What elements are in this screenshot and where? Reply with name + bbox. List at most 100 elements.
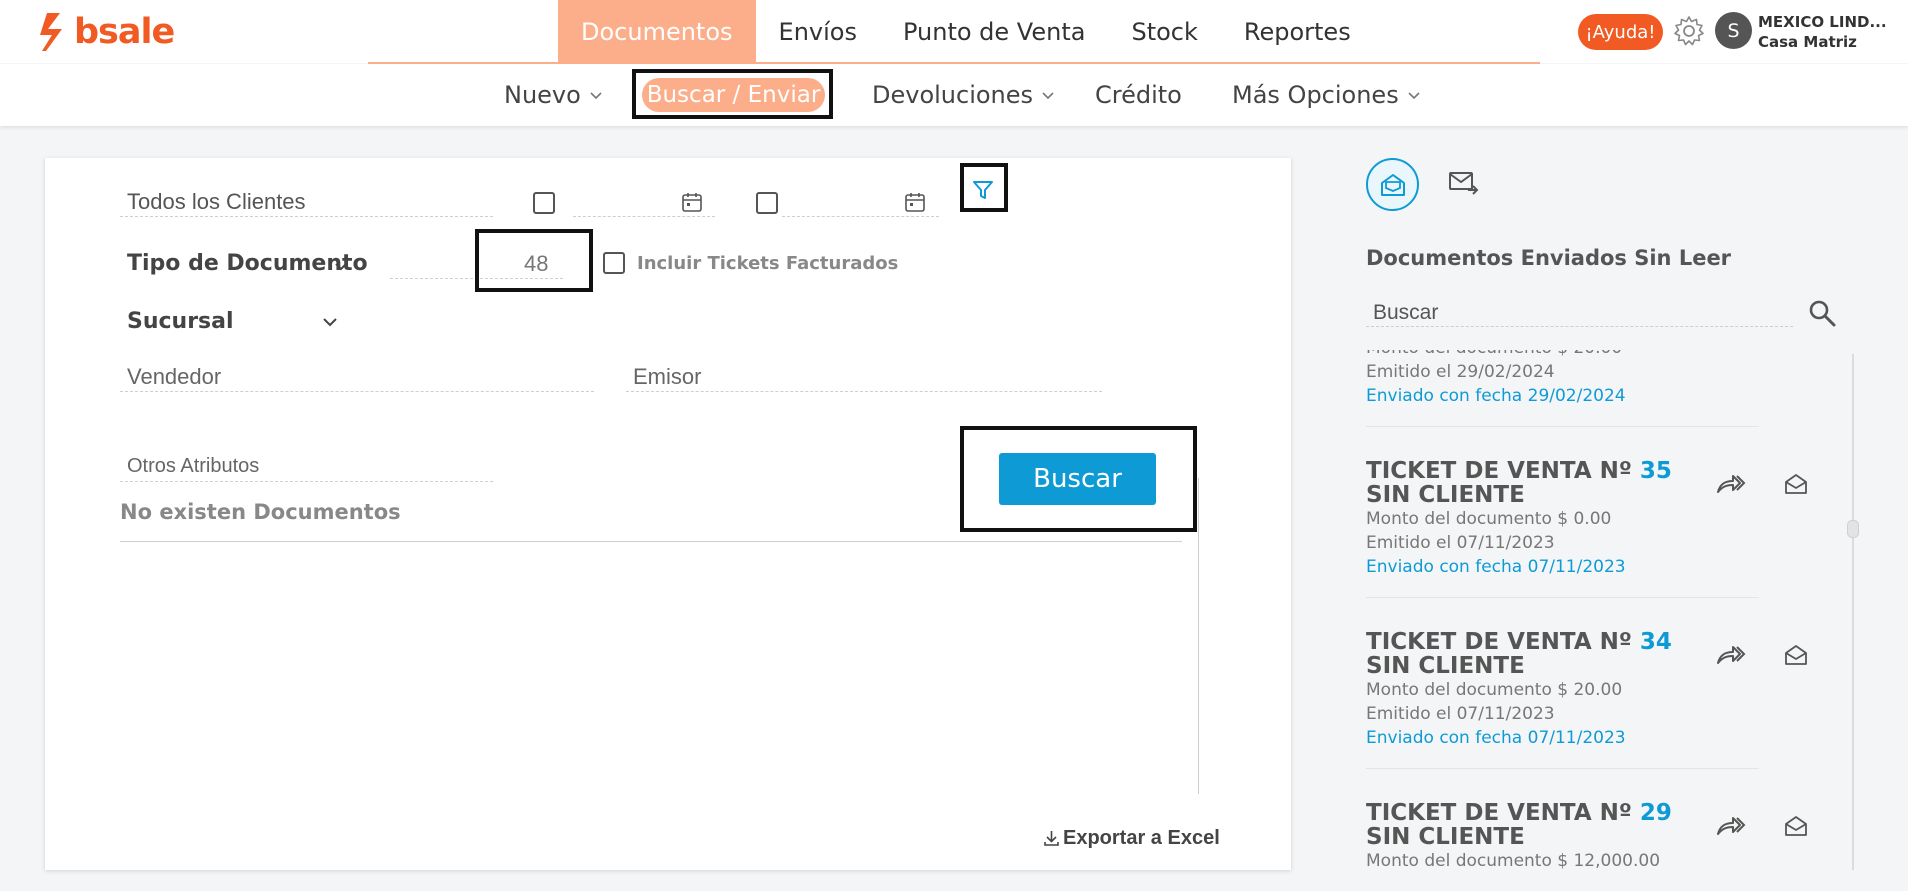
company-name: MEXICO LIND... <box>1758 13 1887 31</box>
seller-underline <box>120 391 594 392</box>
nav-envios[interactable]: Envíos <box>756 0 880 63</box>
list-item[interactable]: Monto del documento $ 20.00 Emitido el 2… <box>1366 350 1626 408</box>
chevron-down-icon[interactable] <box>321 314 339 330</box>
list-item-sent: Enviado con fecha 29/02/2024 <box>1366 386 1626 406</box>
date-to-checkbox[interactable] <box>756 192 778 214</box>
other-attributes-input[interactable]: Otros Atributos <box>127 455 259 478</box>
list-item[interactable]: TICKET DE VENTA Nº 35 SIN CLIENTE Monto … <box>1366 459 1672 579</box>
chevron-down-icon <box>1042 92 1054 100</box>
export-excel-label: Exportar a Excel <box>1063 827 1220 849</box>
search-icon[interactable] <box>1808 299 1836 327</box>
download-icon <box>1044 831 1059 846</box>
list-separator <box>1366 597 1759 598</box>
calendar-icon[interactable] <box>681 191 703 213</box>
list-item-number: 35 <box>1639 458 1672 484</box>
other-attributes-underline <box>120 481 493 482</box>
list-item-issued: Emitido el 07/11/2023 <box>1366 533 1555 553</box>
doc-type-dropdown[interactable]: Tipo de Documento <box>127 251 368 276</box>
date-from-field[interactable] <box>573 216 715 217</box>
gear-icon[interactable] <box>1672 14 1706 48</box>
doc-type-label: Tipo de Documento <box>127 251 368 276</box>
issuer-underline <box>626 391 1102 392</box>
list-item-title-prefix: TICKET DE VENTA Nº <box>1366 458 1632 484</box>
date-from-checkbox[interactable] <box>533 192 555 214</box>
list-separator <box>1366 426 1759 427</box>
forward-icon[interactable] <box>1716 643 1746 667</box>
search-button[interactable]: Buscar <box>999 453 1156 505</box>
include-tickets-checkbox[interactable] <box>603 252 625 274</box>
list-separator <box>1366 768 1759 769</box>
chevron-down-icon <box>590 92 602 100</box>
list-item-sent: Enviado con fecha 07/11/2023 <box>1366 557 1626 577</box>
list-item-client: SIN CLIENTE <box>1366 653 1525 679</box>
list-item[interactable]: TICKET DE VENTA Nº 29 SIN CLIENTE Monto … <box>1366 801 1672 873</box>
issuer-input[interactable]: Emisor <box>633 364 701 390</box>
subnav-credito[interactable]: Crédito <box>1095 64 1182 126</box>
clients-input[interactable]: Todos los Clientes <box>127 189 306 215</box>
list-item[interactable]: TICKET DE VENTA Nº 34 SIN CLIENTE Monto … <box>1366 630 1672 750</box>
main-nav: Documentos Envíos Punto de Venta Stock R… <box>558 0 1374 63</box>
clients-input-underline <box>120 216 493 217</box>
forward-icon[interactable] <box>1716 472 1746 496</box>
company-info[interactable]: MEXICO LIND... Casa Matriz <box>1758 12 1887 52</box>
seller-input[interactable]: Vendedor <box>127 364 221 390</box>
subnav-nuevo[interactable]: Nuevo <box>504 64 603 126</box>
calendar-icon[interactable] <box>904 191 926 213</box>
documents-search-input[interactable]: Buscar <box>1373 301 1438 325</box>
list-item-issued: Emitido el 29/02/2024 <box>1366 362 1555 382</box>
top-bar: bsale Documentos Envíos Punto de Venta S… <box>0 0 1908 63</box>
subnav-devoluciones[interactable]: Devoluciones <box>872 64 1055 126</box>
subnav-buscar-enviar[interactable]: Buscar / Enviar <box>642 78 825 112</box>
list-item-title-prefix: TICKET DE VENTA Nº <box>1366 800 1632 826</box>
list-scrollbar-track[interactable] <box>1852 354 1854 870</box>
help-button[interactable]: ¡Ayuda! <box>1578 14 1663 50</box>
list-item-sent: Enviado con fecha 07/11/2023 <box>1366 728 1626 748</box>
list-item-amount: Monto del documento $ 0.00 <box>1366 509 1612 529</box>
nav-documentos[interactable]: Documentos <box>558 0 756 63</box>
unread-documents-tab[interactable] <box>1366 158 1419 211</box>
documents-search-underline <box>1366 326 1793 327</box>
documents-list[interactable]: Monto del documento $ 20.00 Emitido el 2… <box>1366 350 1806 870</box>
branch-name: Casa Matriz <box>1758 33 1857 51</box>
envelope-open-icon[interactable] <box>1784 815 1808 837</box>
list-item-amount: Monto del documento $ 20.00 <box>1366 350 1626 360</box>
list-item-client: SIN CLIENTE <box>1366 824 1525 850</box>
list-item-amount: Monto del documento $ 20.00 <box>1366 680 1623 700</box>
branch-dropdown[interactable]: Sucursal <box>127 309 234 334</box>
right-panel-title: Documentos Enviados Sin Leer <box>1366 246 1732 270</box>
nav-stock[interactable]: Stock <box>1108 0 1220 63</box>
filter-icon[interactable] <box>971 178 995 202</box>
mail-forward-icon[interactable] <box>1448 168 1480 198</box>
chevron-down-icon[interactable] <box>333 258 349 274</box>
envelope-open-icon[interactable] <box>1784 644 1808 666</box>
results-divider <box>120 541 1182 542</box>
list-item-title: TICKET DE VENTA Nº 34 <box>1366 630 1672 654</box>
inbox-icon <box>1381 174 1405 196</box>
list-item-title: TICKET DE VENTA Nº 29 <box>1366 801 1672 825</box>
subnav-mas-opciones-label: Más Opciones <box>1232 81 1399 109</box>
list-item-title-prefix: TICKET DE VENTA Nº <box>1366 629 1632 655</box>
subnav-devoluciones-label: Devoluciones <box>872 81 1034 109</box>
envelope-open-icon[interactable] <box>1784 473 1808 495</box>
list-item-issued: Emitido el 07/11/2023 <box>1366 704 1555 724</box>
include-tickets-label: Incluir Tickets Facturados <box>637 253 899 274</box>
logo-text: bsale <box>74 12 175 52</box>
avatar[interactable]: S <box>1715 12 1752 49</box>
bsale-logo[interactable]: bsale <box>38 10 175 54</box>
list-item-number: 29 <box>1639 800 1672 826</box>
chevron-down-icon <box>1408 92 1420 100</box>
forward-icon[interactable] <box>1716 814 1746 838</box>
list-scrollbar-thumb[interactable] <box>1847 520 1859 538</box>
list-item-amount: Monto del documento $ 12,000.00 <box>1366 851 1661 871</box>
list-item-title: TICKET DE VENTA Nº 35 <box>1366 459 1672 483</box>
subnav-mas-opciones[interactable]: Más Opciones <box>1232 64 1421 126</box>
empty-results-message: No existen Documentos <box>120 500 401 524</box>
date-to-field[interactable] <box>782 216 939 217</box>
list-item-number: 34 <box>1639 629 1672 655</box>
nav-reportes[interactable]: Reportes <box>1221 0 1374 63</box>
export-excel-link[interactable]: Exportar a Excel <box>1043 827 1220 850</box>
subnav-nuevo-label: Nuevo <box>504 81 581 109</box>
doc-number-input[interactable]: 48 <box>524 251 548 277</box>
nav-punto-de-venta[interactable]: Punto de Venta <box>880 0 1108 63</box>
results-scroll-track <box>1198 478 1199 794</box>
